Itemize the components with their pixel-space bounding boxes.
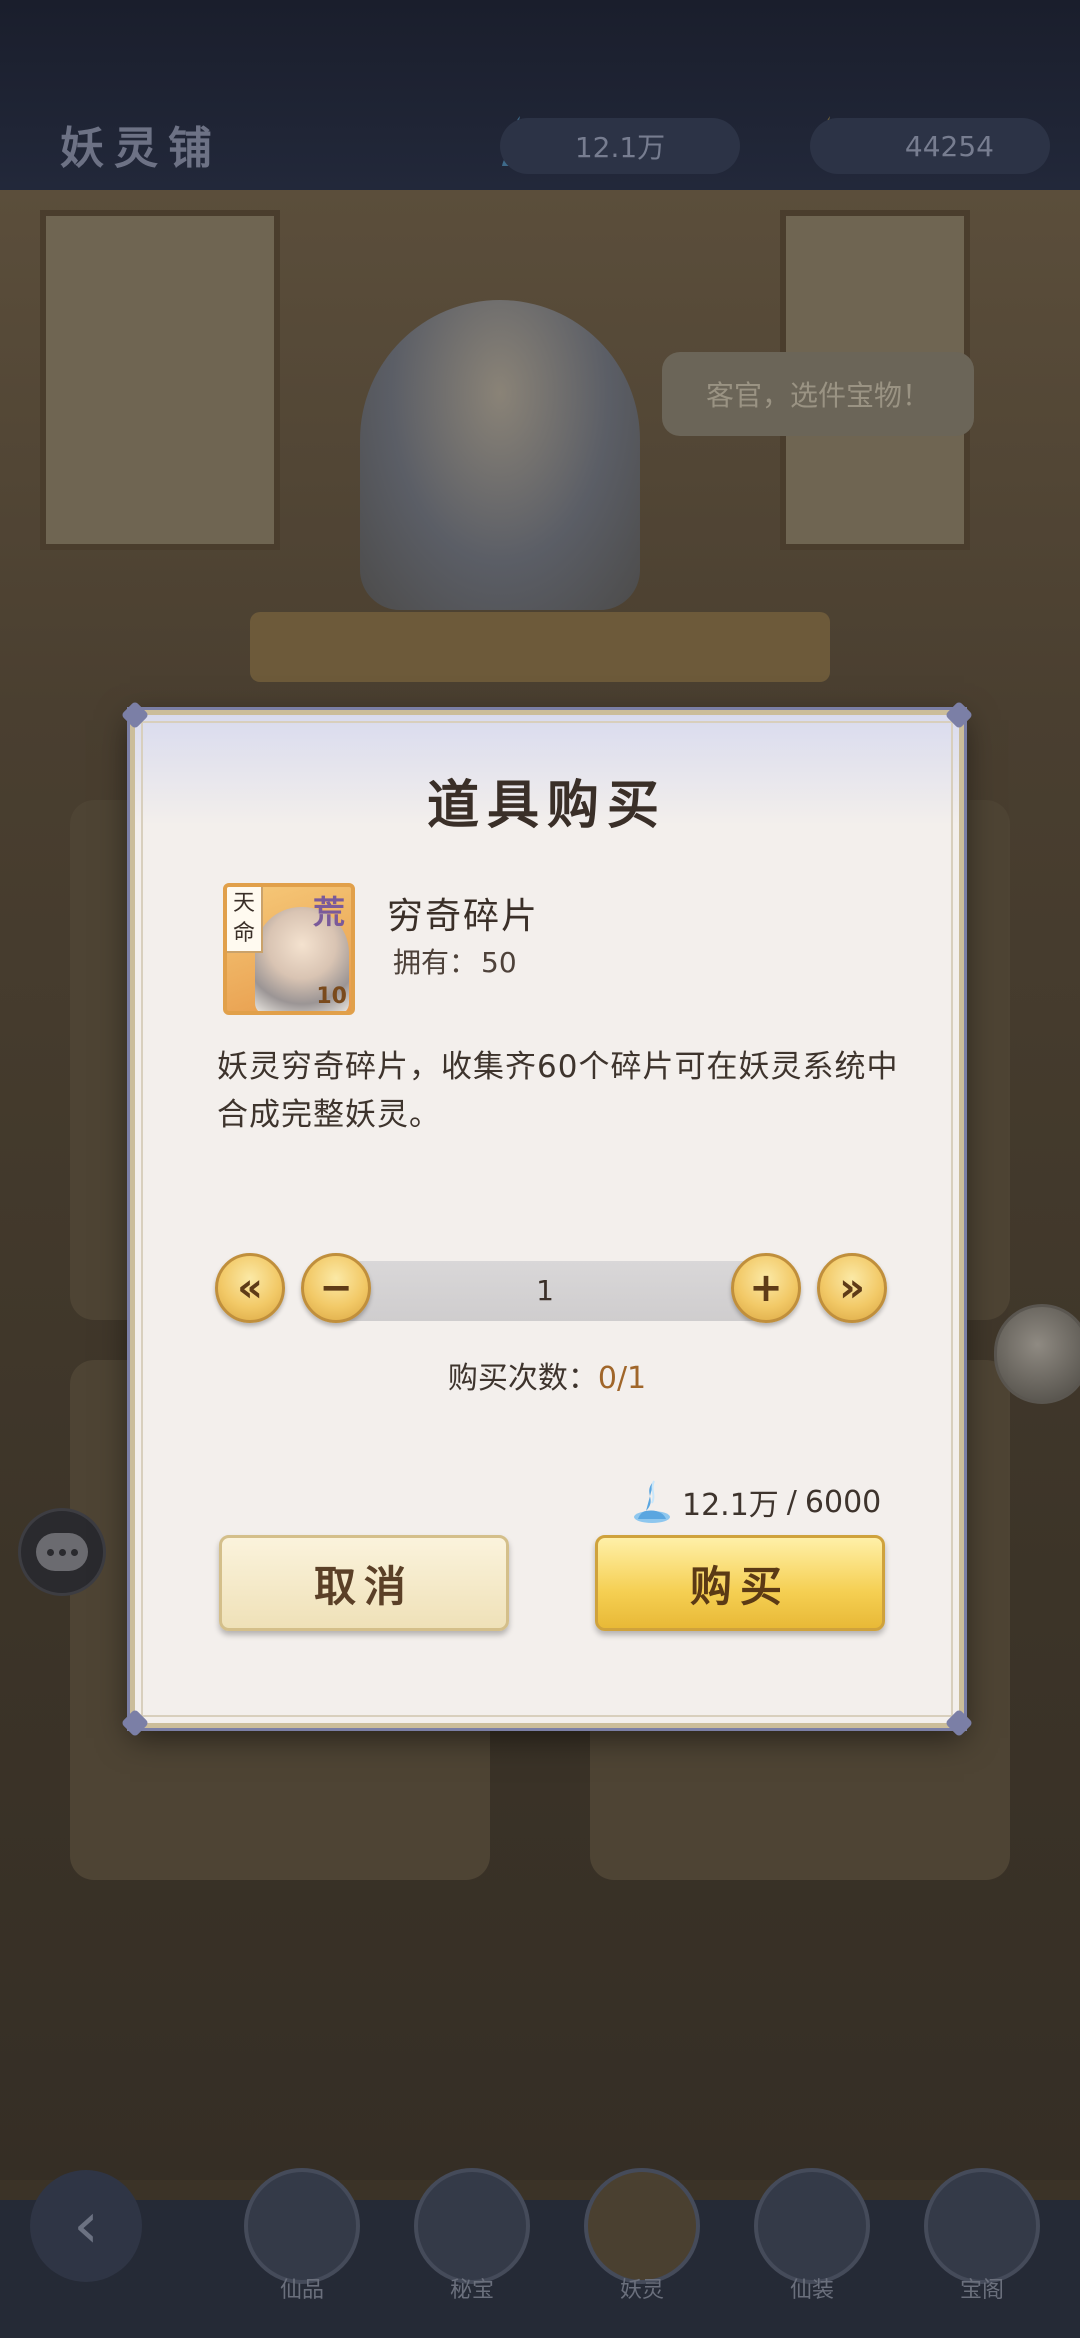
- spirit-currency-amount: 12.1万: [500, 118, 740, 174]
- nav-label: 仙品: [279, 2278, 324, 2303]
- owned-value: 50: [481, 946, 517, 979]
- item-level: 10: [316, 984, 347, 1009]
- min-quantity-button[interactable]: «: [215, 1253, 285, 1323]
- cost-price: 6000: [804, 1484, 882, 1520]
- buy-button[interactable]: 购买: [595, 1535, 885, 1631]
- decrease-button[interactable]: −: [301, 1253, 371, 1323]
- shop-title: 妖灵铺: [60, 123, 222, 174]
- cost-separator: /: [786, 1484, 797, 1520]
- item-rank: 荒: [312, 893, 345, 931]
- max-quantity-button[interactable]: »: [817, 1253, 887, 1323]
- bottom-nav: [0, 2200, 1080, 2338]
- chat-icon: [36, 1533, 88, 1571]
- window: [40, 210, 280, 550]
- increase-button[interactable]: +: [731, 1253, 801, 1323]
- nav-label: 妖灵: [619, 2278, 664, 2303]
- item-icon: 天命 荒 10: [223, 883, 355, 1015]
- nav-button-2[interactable]: [414, 2168, 530, 2284]
- cost-display: 12.1万/6000: [630, 1477, 881, 1527]
- dialog-title: 道具购买: [426, 775, 667, 836]
- blue-spirit-icon: [634, 1480, 670, 1523]
- cancel-button[interactable]: 取消: [219, 1535, 509, 1631]
- quantity-value[interactable]: 1: [325, 1261, 765, 1321]
- shop-banner: [250, 612, 830, 682]
- item-owned: 拥有： 50: [393, 941, 517, 981]
- shopkeeper-character: [360, 300, 640, 610]
- chat-button[interactable]: [18, 1508, 106, 1596]
- purchase-count-label: 购买次数：: [447, 1361, 598, 1396]
- nav-label: 仙装: [789, 2278, 834, 2303]
- cost-owned: 12.1万: [682, 1488, 779, 1523]
- nav-button-4[interactable]: [754, 2168, 870, 2284]
- nav-button-3[interactable]: [584, 2168, 700, 2284]
- nav-button-5[interactable]: [924, 2168, 1040, 2284]
- nav-button-1[interactable]: [244, 2168, 360, 2284]
- nav-label: 秘宝: [449, 2278, 494, 2303]
- energy-amount: 44254: [810, 118, 1050, 174]
- purchase-dialog: 道具购买 天命 荒 10 穷奇碎片 拥有： 50 妖灵穷奇碎片，收集齐60个碎片可…: [120, 700, 974, 1738]
- item-tag: 天命: [227, 887, 263, 953]
- back-arrow-icon[interactable]: ‹: [30, 2170, 142, 2282]
- item-description: 妖灵穷奇碎片，收集齐60个碎片可在妖灵系统中合成完整妖灵。: [217, 1049, 899, 1133]
- owned-label: 拥有：: [393, 946, 478, 979]
- side-avatar-button[interactable]: [994, 1304, 1080, 1404]
- item-name: 穷奇碎片: [387, 896, 540, 937]
- nav-label: 宝阁: [959, 2278, 1004, 2303]
- speech-bubble: 客官，选件宝物！: [662, 352, 974, 436]
- purchase-count: 购买次数：0/1: [135, 1353, 959, 1397]
- purchase-count-value: 0/1: [597, 1361, 647, 1396]
